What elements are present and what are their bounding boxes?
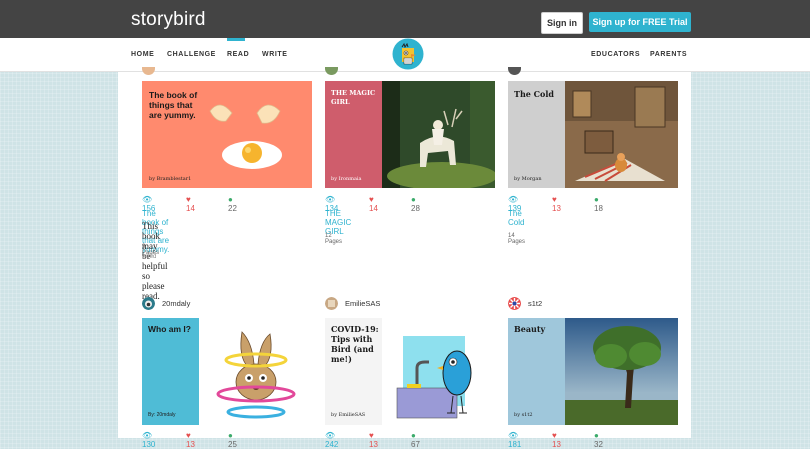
cover-author: by EmilieSAS [331, 412, 366, 418]
cover-title: The book of things that are yummy. [149, 90, 198, 120]
cover-title: The Cold [514, 89, 554, 99]
eye-icon: 👁 [142, 195, 153, 204]
eye-icon: 👁 [142, 431, 153, 440]
likes-stat[interactable]: ♥ 14 [186, 195, 195, 213]
heart-icon: ♥ [186, 195, 191, 204]
comments-count: 18 [594, 204, 603, 213]
views-stat: 👁 242 [325, 431, 338, 449]
comment-bubble-icon: ● [411, 195, 416, 204]
comment-bubble-icon: ● [411, 431, 416, 440]
likes-stat[interactable]: ♥ 13 [186, 431, 195, 449]
cover-author: by Morgan [514, 176, 542, 182]
cabin-room-illustration [565, 81, 678, 188]
author-name[interactable]: EmilieSAS [345, 299, 380, 308]
likes-count: 13 [186, 440, 195, 449]
comments-stat[interactable]: ● 32 [594, 431, 603, 449]
views-count: 130 [142, 440, 156, 449]
avatar[interactable] [142, 297, 155, 310]
book-cover[interactable]: The book of things that are yummy. by Br… [142, 81, 312, 188]
views-stat: 👁 181 [508, 431, 521, 449]
likes-stat[interactable]: ♥ 14 [369, 195, 378, 213]
nav-read[interactable]: READ [227, 51, 249, 58]
cover-title: THE MAGIC GIRL [331, 89, 376, 106]
comments-stat[interactable]: ● 28 [411, 195, 420, 213]
cover-title: Who am I? [148, 324, 191, 334]
likes-count: 13 [552, 440, 561, 449]
nav-challenge[interactable]: CHALLENGE [167, 51, 216, 58]
likes-count: 13 [552, 204, 561, 213]
nav-parents[interactable]: PARENTS [650, 51, 687, 58]
comment-bubble-icon: ● [594, 431, 599, 440]
likes-stat[interactable]: ♥ 13 [552, 195, 561, 213]
sign-up-button[interactable]: Sign up for FREE Trial [589, 12, 691, 32]
bird-sink-illustration [396, 336, 472, 419]
avatar[interactable] [508, 297, 521, 310]
eye-icon: 👁 [508, 431, 519, 440]
heart-icon: ♥ [369, 431, 374, 440]
forest-deer-illustration [382, 81, 495, 188]
book-description: This book may be helpful so please read. [142, 221, 168, 301]
comments-count: 25 [228, 440, 237, 449]
comment-bubble-icon: ● [228, 195, 233, 204]
bunny-illustration [216, 331, 296, 419]
storybird-logo[interactable]: storybird [131, 9, 206, 31]
book-cover[interactable]: The Cold by Morgan [508, 81, 678, 188]
book-tag[interactable]: wired [142, 254, 156, 260]
author-name[interactable]: s1t2 [528, 299, 542, 308]
likes-count: 14 [186, 204, 195, 213]
cover-title: COVID-19: Tips with Bird (and me!) [331, 324, 379, 364]
author-name[interactable]: 20mdaly [162, 299, 190, 308]
cover-panel [142, 318, 199, 425]
comments-count: 32 [594, 440, 603, 449]
comment-bubble-icon: ● [228, 431, 233, 440]
comments-stat[interactable]: ● 22 [228, 195, 237, 213]
heart-icon: ♥ [369, 195, 374, 204]
nav-active-indicator [227, 38, 245, 41]
page-count: 14 Pages [508, 233, 526, 245]
eye-icon: 👁 [325, 195, 336, 204]
comments-stat[interactable]: ● 67 [411, 431, 420, 449]
heart-icon: ♥ [552, 195, 557, 204]
cover-author: by Ironmaia [331, 176, 362, 182]
heart-icon: ♥ [186, 431, 191, 440]
cover-author: By: 20mdaly [148, 412, 176, 418]
heart-icon: ♥ [552, 431, 557, 440]
views-count: 242 [325, 440, 339, 449]
book-cover[interactable]: COVID-19: Tips with Bird (and me!) by Em… [325, 318, 495, 425]
views-stat: 👁 130 [142, 431, 155, 449]
comment-bubble-icon: ● [594, 195, 599, 204]
comments-stat[interactable]: ● 18 [594, 195, 603, 213]
likes-count: 14 [369, 204, 378, 213]
avatar[interactable] [325, 297, 338, 310]
book-cover[interactable]: Who am I? By: 20mdaly [142, 318, 312, 425]
nav-educators[interactable]: EDUCATORS [591, 51, 640, 58]
book-title-link[interactable]: The Cold [508, 209, 524, 227]
book-cover[interactable]: Beauty by s1t2 [508, 318, 678, 425]
egg-illustration [209, 104, 282, 169]
comments-count: 67 [411, 440, 420, 449]
cover-author: by s1t2 [514, 412, 533, 418]
cover-author: by Bramblestar1 [149, 176, 192, 182]
tree-landscape-illustration [565, 318, 678, 425]
cover-title: Beauty [514, 324, 546, 334]
book-cover[interactable]: THE MAGIC GIRL by Ironmaia [325, 81, 495, 188]
nav-home[interactable]: HOME [131, 51, 154, 58]
likes-count: 13 [369, 440, 378, 449]
book-title-link[interactable]: THE MAGIC GIRL [325, 209, 351, 236]
page-count: 12 Pages [325, 233, 343, 245]
likes-stat[interactable]: ♥ 13 [552, 431, 561, 449]
likes-stat[interactable]: ♥ 13 [369, 431, 378, 449]
comments-stat[interactable]: ● 25 [228, 431, 237, 449]
comments-count: 28 [411, 204, 420, 213]
eye-icon: 👁 [325, 431, 336, 440]
sign-in-button[interactable]: Sign in [541, 12, 583, 34]
cover-panel [508, 318, 565, 425]
views-count: 181 [508, 440, 522, 449]
nav-write[interactable]: WRITE [262, 51, 288, 58]
storybird-mascot-icon[interactable] [392, 38, 424, 70]
eye-icon: 👁 [508, 195, 519, 204]
comments-count: 22 [228, 204, 237, 213]
